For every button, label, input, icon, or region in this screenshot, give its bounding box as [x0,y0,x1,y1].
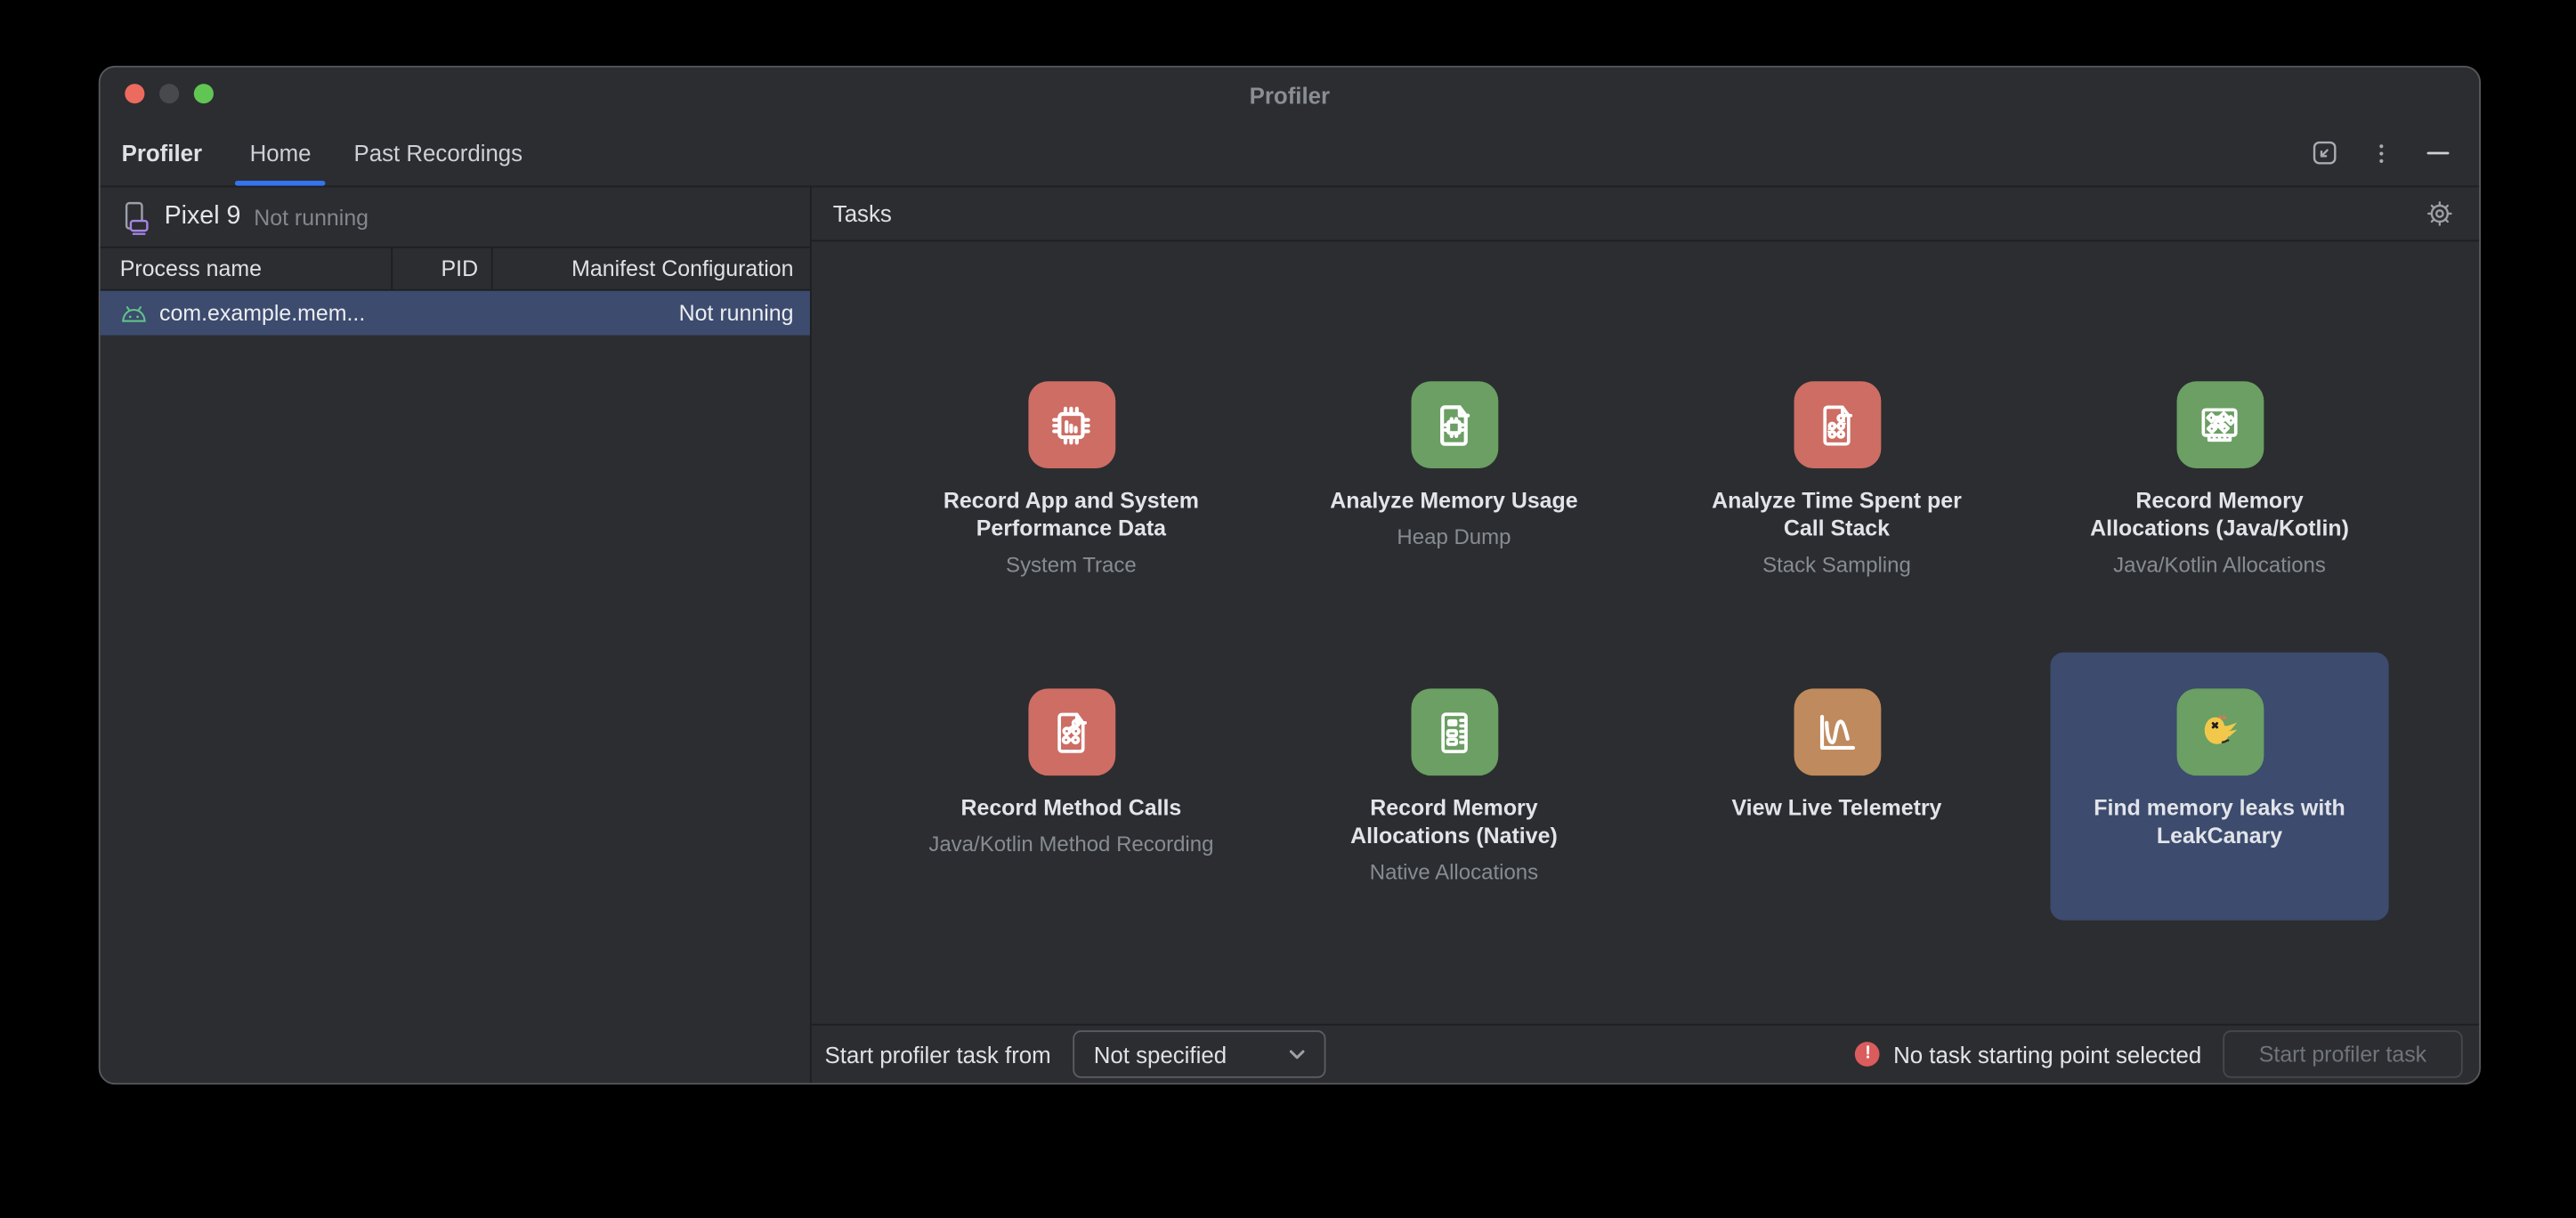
settings-gear-icon[interactable] [2425,199,2454,228]
chevron-down-icon [1286,1043,1308,1065]
memory-nodes-icon [2176,381,2264,468]
process-panel: Pixel 9 Not running Process name PID Man… [101,187,812,1083]
task-subtitle: Java/Kotlin Method Recording [904,830,1238,857]
tab-home[interactable]: Home [250,120,312,186]
task-title: Record Memory Allocations (Native) [1284,793,1623,849]
memory-list-icon [1411,688,1498,775]
task-subtitle: System Trace [981,550,1161,578]
process-manifest-status: Not running [493,301,810,326]
task-subtitle: Native Allocations [1345,857,1563,885]
device-name: Pixel 9 [165,202,241,231]
task-card-native-allocations[interactable]: Record Memory Allocations (Native) Nativ… [1284,653,1623,921]
leakcanary-bird-icon [2176,688,2264,775]
waveform-icon [1794,688,1881,775]
file-graph-icon [1027,688,1114,775]
file-sampling-icon [1794,381,1881,468]
warning-icon: ! [1856,1042,1881,1067]
desktop: Profiler Profiler Home Past Recordings [0,0,2576,1218]
process-table-header: Process name PID Manifest Configuration [101,248,810,291]
tasks-panel: Tasks [812,187,2479,1083]
more-options-icon[interactable] [2369,141,2394,166]
task-card-heap-dump[interactable]: Analyze Memory Usage Heap Dump [1284,345,1623,613]
task-subtitle: Java/Kotlin Allocations [2088,550,2350,578]
warning-text: No task starting point selected [1893,1041,2201,1068]
task-title: Analyze Memory Usage [1306,486,1603,514]
tabbar-actions [2312,140,2479,166]
task-card-method-recording[interactable]: Record Method Calls Java/Kotlin Method R… [902,653,1240,921]
process-row-selected[interactable]: com.example.mem... Not running [101,291,810,336]
footer-bar: Start profiler task from Not specified !… [812,1024,2479,1083]
task-card-stack-sampling[interactable]: Analyze Time Spent per Call Stack Stack … [1667,345,2005,613]
tabbar: Profiler Home Past Recordings [101,120,2480,188]
cpu-chart-icon [1027,381,1114,468]
tasks-header: Tasks [812,187,2479,241]
task-subtitle: Stack Sampling [1738,550,1935,578]
tasks-area: Record App and System Performance Data S… [812,241,2479,1024]
device-status: Not running [254,205,369,230]
tab-past-recordings-label: Past Recordings [354,140,523,166]
column-process-name[interactable]: Process name [101,248,393,289]
tool-window-label: Profiler [122,140,202,166]
phone-device-icon [120,199,151,234]
task-card-java-kotlin-allocations[interactable]: Record Memory Allocations (Java/Kotlin) … [2050,345,2388,613]
task-title: Analyze Time Spent per Call Stack [1667,486,2005,542]
dropdown-value: Not specified [1094,1041,1227,1068]
file-chip-icon [1411,381,1498,468]
start-profiler-task-button[interactable]: Start profiler task [2223,1030,2462,1078]
task-card-system-trace[interactable]: Record App and System Performance Data S… [902,345,1240,613]
warning-group: ! No task starting point selected [1856,1041,2202,1068]
task-card-leakcanary[interactable]: Find memory leaks with LeakCanary [2050,653,2388,921]
device-row[interactable]: Pixel 9 Not running [101,187,810,248]
task-title: Find memory leaks with LeakCanary [2050,793,2388,849]
content: Pixel 9 Not running Process name PID Man… [101,187,2480,1083]
task-subtitle: Heap Dump [1373,523,1535,550]
hide-toolwindow-icon[interactable] [2425,140,2451,166]
task-title: Record Memory Allocations (Java/Kotlin) [2050,486,2388,542]
task-card-live-telemetry[interactable]: View Live Telemetry [1667,653,2005,921]
window-title: Profiler [101,82,2480,109]
android-robot-icon [120,304,148,323]
task-title: Record App and System Performance Data [902,486,1240,542]
starting-point-dropdown[interactable]: Not specified [1073,1030,1325,1078]
task-title: Record Method Calls [936,793,1206,821]
column-pid[interactable]: PID [393,248,493,289]
dock-window-icon[interactable] [2312,140,2338,166]
titlebar: Profiler [101,68,2480,120]
tab-home-label: Home [250,140,312,166]
start-from-label: Start profiler task from [825,1041,1051,1068]
tasks-grid: Record App and System Performance Data S… [902,345,2388,921]
task-title: View Live Telemetry [1707,793,1966,821]
tab-past-recordings[interactable]: Past Recordings [354,120,523,186]
column-manifest-configuration[interactable]: Manifest Configuration [493,248,810,289]
profiler-window: Profiler Profiler Home Past Recordings [99,66,2481,1084]
process-name: com.example.mem... [159,301,365,326]
tasks-title: Tasks [833,200,892,227]
